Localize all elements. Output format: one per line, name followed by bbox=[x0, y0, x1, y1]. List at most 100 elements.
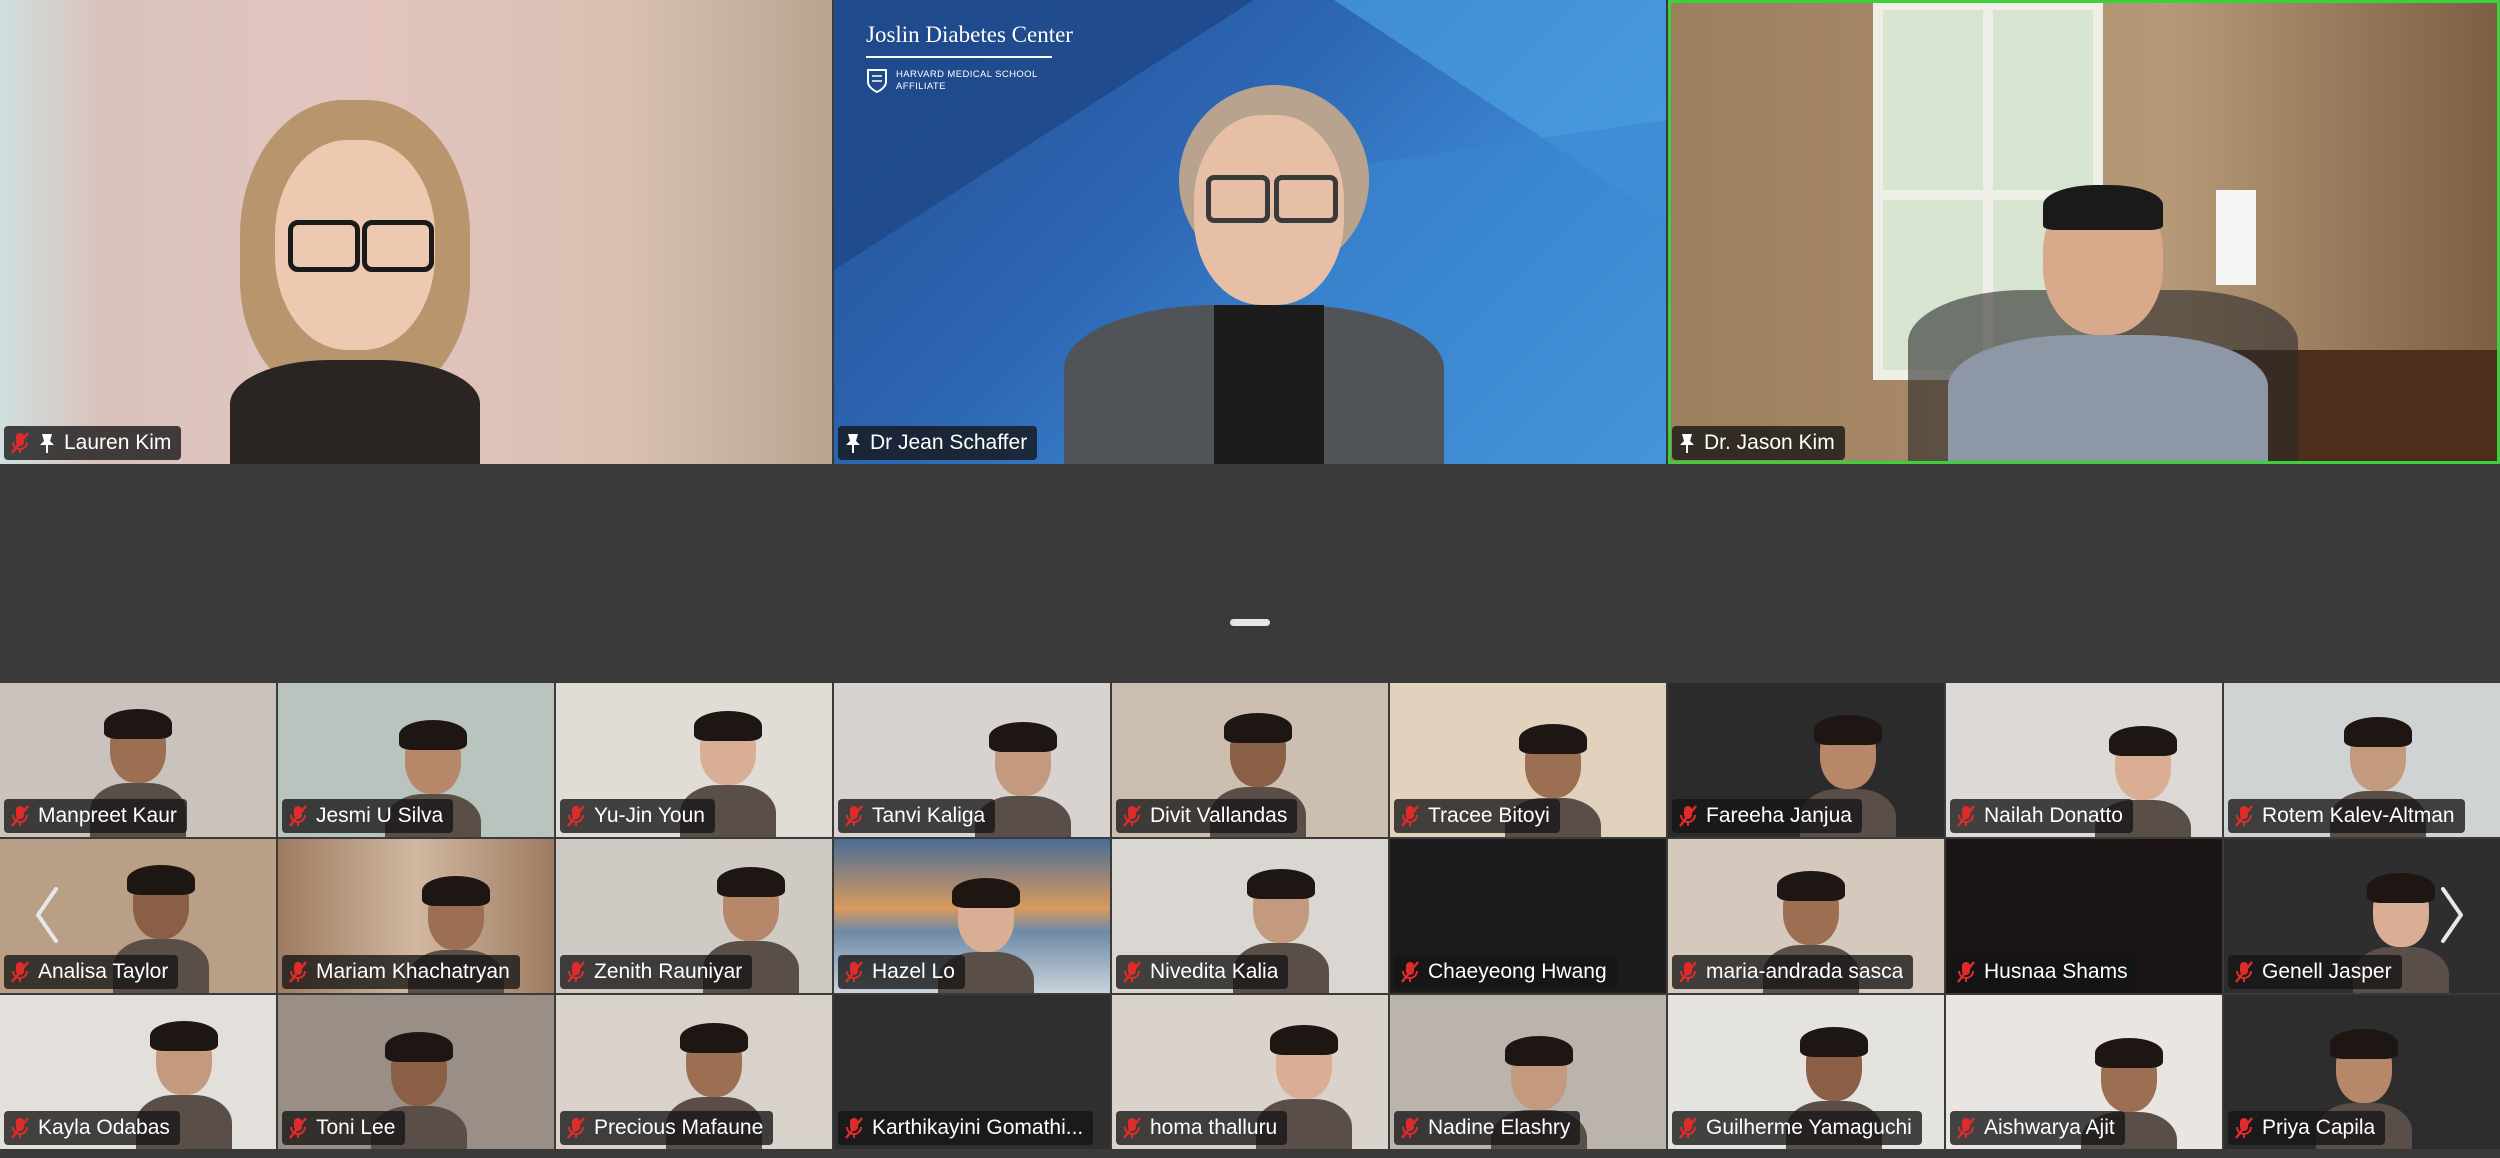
participant-tile[interactable]: Karthikayini Gomathi... bbox=[834, 995, 1110, 1149]
participant-tile[interactable]: Jesmi U Silva bbox=[278, 683, 554, 837]
participant-name: Zenith Rauniyar bbox=[594, 960, 743, 983]
participant-name: Yu-Jin Youn bbox=[594, 804, 705, 827]
participant-name-tag: Genell Jasper bbox=[2228, 955, 2402, 989]
participant-tile[interactable]: Precious Mafaune bbox=[556, 995, 832, 1149]
participant-tile[interactable]: Tanvi Kaliga bbox=[834, 683, 1110, 837]
participant-name: Karthikayini Gomathi... bbox=[872, 1116, 1084, 1139]
participant-name: Tanvi Kaliga bbox=[872, 804, 986, 827]
previous-page-button[interactable] bbox=[27, 880, 67, 950]
participant-tile[interactable]: Chaeyeong Hwang bbox=[1390, 839, 1666, 993]
participant-name-tag: Priya Capila bbox=[2228, 1111, 2386, 1145]
mic-muted-icon bbox=[2235, 805, 2253, 827]
participant-name-tag: Manpreet Kaur bbox=[4, 799, 187, 833]
participant-name: Nivedita Kalia bbox=[1150, 960, 1279, 983]
participant-name-tag: Lauren Kim bbox=[4, 426, 182, 460]
participant-figure bbox=[1908, 185, 2298, 464]
chevron-left-icon bbox=[36, 887, 58, 943]
mic-muted-icon bbox=[1957, 805, 1975, 827]
participant-tile[interactable]: Hazel Lo bbox=[834, 839, 1110, 993]
participant-name-tag: Jesmi U Silva bbox=[282, 799, 454, 833]
participant-tile[interactable]: Toni Lee bbox=[278, 995, 554, 1149]
mic-muted-icon bbox=[11, 1117, 29, 1139]
mic-muted-icon bbox=[11, 961, 29, 983]
participant-name-tag: Precious Mafaune bbox=[560, 1111, 774, 1145]
participant-name: Fareeha Janjua bbox=[1706, 804, 1852, 827]
pin-icon bbox=[1680, 434, 1694, 453]
mic-muted-icon bbox=[1401, 1117, 1419, 1139]
affiliate-line: HARVARD MEDICAL SCHOOL bbox=[896, 69, 1038, 80]
mic-muted-icon bbox=[845, 1117, 863, 1139]
participant-name: Toni Lee bbox=[316, 1116, 396, 1139]
participant-name-tag: Rotem Kalev-Altman bbox=[2228, 799, 2465, 833]
participant-name: Dr Jean Schaffer bbox=[870, 431, 1028, 454]
participant-name: Rotem Kalev-Altman bbox=[2262, 804, 2455, 827]
participant-name-tag: Aishwarya Ajit bbox=[1950, 1111, 2125, 1145]
resize-handle[interactable] bbox=[1230, 619, 1270, 626]
participant-name-tag: Guilherme Yamaguchi bbox=[1672, 1111, 1922, 1145]
participant-tile[interactable]: Manpreet Kaur bbox=[0, 683, 276, 837]
participant-name-tag: Chaeyeong Hwang bbox=[1394, 955, 1617, 989]
participant-name: Husnaa Shams bbox=[1984, 960, 2128, 983]
speaker-tile-jason-kim[interactable]: Dr. Jason Kim bbox=[1668, 0, 2500, 464]
participant-name: Dr. Jason Kim bbox=[1704, 431, 1835, 454]
mic-muted-icon bbox=[567, 961, 585, 983]
mic-muted-icon bbox=[845, 805, 863, 827]
participant-tile[interactable]: Divit Vallandas bbox=[1112, 683, 1388, 837]
mic-muted-icon bbox=[1123, 805, 1141, 827]
participant-tile[interactable]: Kayla Odabas bbox=[0, 995, 276, 1149]
participant-name-tag: Nivedita Kalia bbox=[1116, 955, 1289, 989]
mic-muted-icon bbox=[289, 1117, 307, 1139]
mic-muted-icon bbox=[1957, 1117, 1975, 1139]
participant-name: Jesmi U Silva bbox=[316, 804, 444, 827]
harvard-shield-icon bbox=[867, 69, 887, 94]
participant-tile[interactable]: Tracee Bitoyi bbox=[1390, 683, 1666, 837]
next-page-button[interactable] bbox=[2432, 880, 2472, 950]
mic-muted-icon bbox=[1123, 1117, 1141, 1139]
participant-tile[interactable]: Nivedita Kalia bbox=[1112, 839, 1388, 993]
participant-tile[interactable]: Husnaa Shams bbox=[1946, 839, 2222, 993]
participant-tile[interactable]: Guilherme Yamaguchi bbox=[1668, 995, 1944, 1149]
participant-tile[interactable]: Yu-Jin Youn bbox=[556, 683, 832, 837]
speaker-tile-lauren-kim[interactable]: Lauren Kim bbox=[0, 0, 832, 464]
affiliate-line: AFFILIATE bbox=[896, 81, 946, 92]
participant-name: maria-andrada sasca bbox=[1706, 960, 1904, 983]
participant-tile[interactable]: Aishwarya Ajit bbox=[1946, 995, 2222, 1149]
participant-tile[interactable]: homa thalluru bbox=[1112, 995, 1388, 1149]
mic-muted-icon bbox=[289, 961, 307, 983]
participant-name-tag: Nadine Elashry bbox=[1394, 1111, 1581, 1145]
participant-name-tag: Tanvi Kaliga bbox=[838, 799, 996, 833]
participant-tile[interactable]: Zenith Rauniyar bbox=[556, 839, 832, 993]
participant-name: Tracee Bitoyi bbox=[1428, 804, 1550, 827]
participant-name: Chaeyeong Hwang bbox=[1428, 960, 1607, 983]
participant-name-tag: Analisa Taylor bbox=[4, 955, 179, 989]
participant-tile[interactable]: Mariam Khachatryan bbox=[278, 839, 554, 993]
participant-name: Guilherme Yamaguchi bbox=[1706, 1116, 1912, 1139]
participant-tile[interactable]: Nailah Donatto bbox=[1946, 683, 2222, 837]
participant-name-tag: Husnaa Shams bbox=[1950, 955, 2138, 989]
participant-name-tag: Dr. Jason Kim bbox=[1672, 426, 1845, 460]
participant-tile[interactable]: Priya Capila bbox=[2224, 995, 2500, 1149]
participant-name: Aishwarya Ajit bbox=[1984, 1116, 2115, 1139]
participant-name-tag: Tracee Bitoyi bbox=[1394, 799, 1560, 833]
mic-muted-icon bbox=[2235, 1117, 2253, 1139]
mic-muted-icon bbox=[567, 1117, 585, 1139]
participant-name: Kayla Odabas bbox=[38, 1116, 170, 1139]
speaker-tile-jean-schaffer[interactable]: Joslin Diabetes Center HARVARD MEDICAL S… bbox=[834, 0, 1666, 464]
participant-tile[interactable]: Nadine Elashry bbox=[1390, 995, 1666, 1149]
participant-figure bbox=[230, 100, 480, 464]
mic-muted-icon bbox=[2235, 961, 2253, 983]
participant-tile[interactable]: Fareeha Janjua bbox=[1668, 683, 1944, 837]
participant-name: Manpreet Kaur bbox=[38, 804, 177, 827]
chevron-right-icon bbox=[2441, 887, 2463, 943]
mic-muted-icon bbox=[845, 961, 863, 983]
participant-tile[interactable]: maria-andrada sasca bbox=[1668, 839, 1944, 993]
mic-muted-icon bbox=[1401, 805, 1419, 827]
participant-name: Divit Vallandas bbox=[1150, 804, 1288, 827]
participant-name-tag: Karthikayini Gomathi... bbox=[838, 1111, 1094, 1145]
mic-muted-icon bbox=[1679, 1117, 1697, 1139]
mic-muted-icon bbox=[567, 805, 585, 827]
participant-name-tag: Nailah Donatto bbox=[1950, 799, 2133, 833]
participant-name-tag: maria-andrada sasca bbox=[1672, 955, 1914, 989]
participant-name: Nailah Donatto bbox=[1984, 804, 2123, 827]
participant-tile[interactable]: Rotem Kalev-Altman bbox=[2224, 683, 2500, 837]
